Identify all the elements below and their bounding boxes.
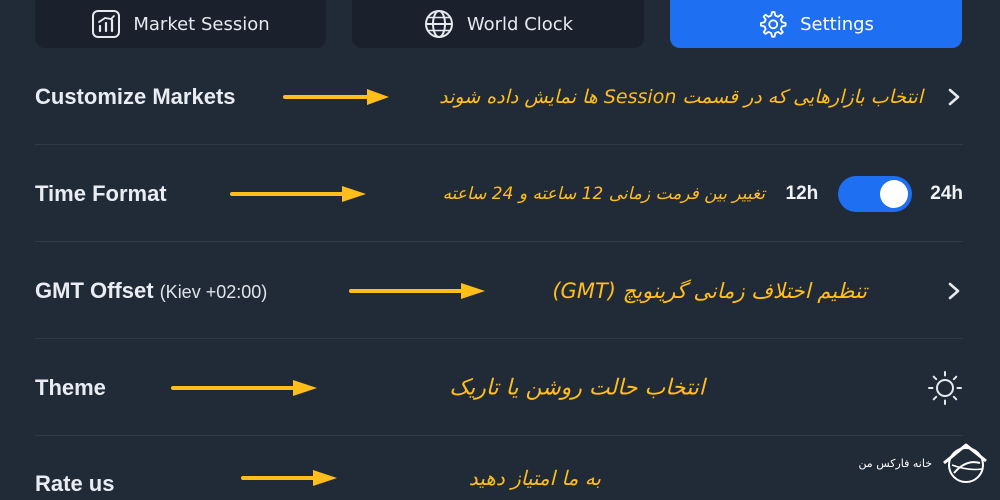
option-24h-label: 24h <box>930 182 963 204</box>
tab-label: World Clock <box>466 13 574 35</box>
watermark-text: خانه فارکس من <box>858 456 932 470</box>
settings-row-rate-us[interactable]: Rate us به ما امتیاز دهید <box>35 436 963 500</box>
gmt-offset-title: GMT Offset <box>35 277 154 303</box>
toggle-knob <box>880 179 909 208</box>
tab-label: Settings <box>800 13 874 35</box>
chart-icon <box>91 9 121 39</box>
settings-row-gmt-offset[interactable]: GMT Offset (Kiev +02:00) تنظیم اختلاف زم… <box>35 242 963 339</box>
tab-market-session[interactable]: Market Session <box>35 0 326 48</box>
annotation-arrow <box>241 470 337 486</box>
time-format-toggle-group: 12h 24h <box>785 175 963 212</box>
annotation-note: تغییر بین فرمت زمانی 12 ساعته و 24 ساعته <box>442 183 765 204</box>
row-title: Rate us <box>35 471 115 496</box>
row-title: GMT Offset (Kiev +02:00) <box>35 278 267 304</box>
tab-settings[interactable]: Settings <box>670 0 962 48</box>
watermark-logo: خانه فارکس من <box>858 437 990 489</box>
globe-icon <box>423 8 455 40</box>
gear-icon <box>758 9 788 39</box>
annotation-note: به ما امتیاز دهید <box>468 466 601 490</box>
settings-row-customize-markets[interactable]: Customize Markets انتخاب بازارهایی که در… <box>35 48 963 145</box>
top-tab-bar: Market Session World Clock Settings <box>0 0 1000 48</box>
annotation-note: انتخاب حالت روشن یا تاریک <box>449 375 705 400</box>
annotation-arrow <box>349 282 485 299</box>
annotation-arrow <box>230 185 366 202</box>
row-title: Time Format <box>35 180 167 206</box>
row-title: Theme <box>35 374 106 400</box>
annotation-arrow <box>283 88 389 105</box>
chevron-right-icon <box>948 88 960 105</box>
annotation-arrow <box>171 379 317 396</box>
house-logo-icon <box>943 443 987 483</box>
tab-world-clock[interactable]: World Clock <box>352 0 644 48</box>
tab-label: Market Session <box>133 13 270 35</box>
settings-row-time-format: Time Format تغییر بین فرمت زمانی 12 ساعت… <box>35 145 963 242</box>
row-title: Customize Markets <box>35 83 236 109</box>
option-12h-label: 12h <box>785 182 819 204</box>
chevron-right-icon <box>948 282 960 299</box>
annotation-note: انتخاب بازارهایی که در قسمت Session ها ن… <box>439 85 923 108</box>
settings-row-theme[interactable]: Theme انتخاب حالت روشن یا تاریک <box>35 339 963 436</box>
sun-icon[interactable] <box>927 370 963 406</box>
gmt-offset-value: (Kiev +02:00) <box>159 281 268 302</box>
annotation-note: تنظیم اختلاف زمانی گرینویچ (GMT) <box>552 278 867 303</box>
time-format-toggle[interactable] <box>838 175 913 212</box>
